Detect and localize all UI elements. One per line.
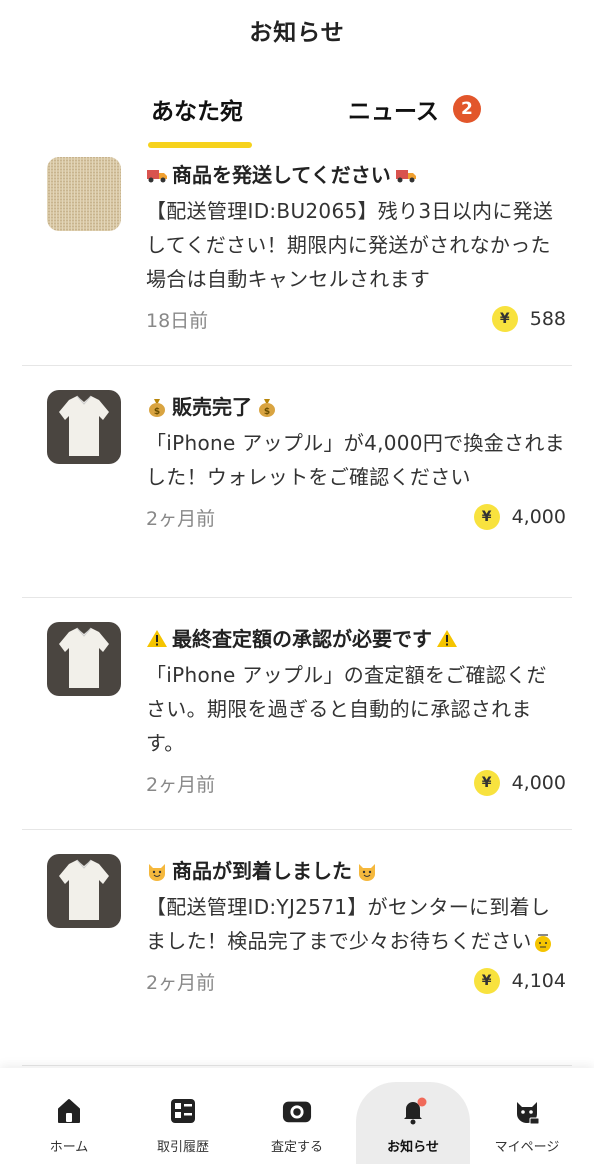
yen-coin-icon: ¥ [473, 504, 500, 530]
nav-mypage-label: マイページ [494, 1140, 560, 1155]
money-bag-icon: $ [256, 396, 278, 418]
amount-value: 4,000 [511, 506, 566, 528]
smiling-cat-icon [146, 860, 168, 882]
notification-body: 【配送管理ID:YJ2571】がセンターに到着しました！検品完了まで少々お待ちく… [146, 890, 566, 958]
warning-icon [436, 628, 458, 650]
notification-title-text: 販売完了 [172, 395, 252, 419]
notification-time: 18日前 [146, 309, 209, 332]
nav-appraise[interactable]: 査定する [238, 1068, 356, 1164]
svg-text:$: $ [154, 407, 160, 417]
home-icon [54, 1096, 84, 1126]
truck-icon [146, 164, 168, 186]
transactions-icon [168, 1096, 198, 1126]
yen-coin-icon: ¥ [491, 306, 518, 332]
news-count-badge: 2 [452, 95, 481, 123]
notification-time: 2ヶ月前 [146, 773, 216, 796]
nav-transactions-label: 取引履歴 [156, 1140, 209, 1155]
notification-time: 2ヶ月前 [146, 507, 216, 530]
notification-amount: ¥ 588 [491, 306, 566, 332]
smiling-cat-icon [356, 860, 378, 882]
notification-body: 「iPhone アップル」の査定額をご確認ください。期限を過ぎると自動的に承認さ… [146, 663, 547, 755]
notification-amount: ¥ 4,000 [473, 770, 566, 796]
amount-value: 4,104 [511, 970, 566, 992]
nav-home-label: ホーム [49, 1140, 89, 1155]
hourglass-face-icon [532, 932, 554, 954]
notification-title: $ 販売完了 $ [146, 392, 566, 422]
nav-appraise-label: 査定する [270, 1140, 323, 1155]
notification-item[interactable]: 商品が到着しました 【配送管理ID:YJ2571】がセンターに到着しました！検品… [22, 830, 572, 1066]
notification-amount: ¥ 4,000 [473, 504, 566, 530]
money-bag-icon: $ [146, 396, 168, 418]
notification-body: 「iPhone アップル」が4,000円で換金されました！ウォレットをご確認くだ… [146, 431, 565, 489]
tab-for-you[interactable]: あなた宛 [151, 92, 243, 126]
amount-value: 4,000 [511, 772, 566, 794]
tab-for-you-label: あなた宛 [151, 99, 243, 125]
notification-title-text: 商品を発送してください [172, 163, 391, 187]
bottom-navigation: ホーム 取引履歴 査定する お知らせ マイページ [0, 1068, 594, 1164]
page-header: お知らせ [0, 0, 594, 60]
amount-value: 588 [529, 308, 566, 330]
bell-icon [398, 1096, 428, 1126]
camera-icon [282, 1096, 312, 1126]
notification-title: 商品が到着しました [146, 856, 566, 886]
notification-title-text: 商品が到着しました [172, 859, 352, 883]
nav-transactions[interactable]: 取引履歴 [124, 1068, 242, 1164]
white-blouse-thumbnail [47, 622, 121, 696]
notification-title: 最終査定額の承認が必要です [146, 624, 566, 654]
warning-icon [146, 628, 168, 650]
nav-notifications-label: お知らせ [387, 1140, 439, 1155]
truck-icon [395, 164, 417, 186]
cat-profile-icon [512, 1096, 542, 1126]
nav-home[interactable]: ホーム [10, 1068, 128, 1164]
notification-title: 商品を発送してください [146, 160, 566, 190]
fabric-thumbnail [47, 157, 121, 231]
notification-body-text: 【配送管理ID:YJ2571】がセンターに到着しました！検品完了まで少々お待ちく… [146, 895, 551, 953]
notification-item[interactable]: $ 販売完了 $ 「iPhone アップル」が4,000円で換金されました！ウォ… [22, 366, 572, 598]
notification-time: 2ヶ月前 [146, 971, 216, 994]
yen-coin-icon: ¥ [473, 770, 500, 796]
notification-title-text: 最終査定額の承認が必要です [172, 627, 432, 651]
notification-amount: ¥ 4,104 [473, 968, 566, 994]
notification-item[interactable]: 最終査定額の承認が必要です 「iPhone アップル」の査定額をご確認ください。… [22, 598, 572, 830]
notification-tabs: あなた宛 ニュース 2 [0, 60, 594, 148]
tab-news[interactable]: ニュース 2 [348, 92, 481, 126]
page-title: お知らせ [249, 20, 345, 46]
notification-list: 商品を発送してください 【配送管理ID:BU2065】残り3日以内に発送してくだ… [0, 148, 594, 1066]
white-blouse-thumbnail [47, 854, 121, 928]
notification-body: 【配送管理ID:BU2065】残り3日以内に発送してください！期限内に発送がされ… [146, 199, 554, 291]
tab-news-label: ニュース [348, 99, 439, 125]
nav-notifications[interactable]: お知らせ [356, 1082, 470, 1164]
white-blouse-thumbnail [47, 390, 121, 464]
nav-mypage[interactable]: マイページ [468, 1068, 586, 1164]
notification-item[interactable]: 商品を発送してください 【配送管理ID:BU2065】残り3日以内に発送してくだ… [22, 148, 572, 366]
svg-text:$: $ [264, 407, 270, 417]
yen-coin-icon: ¥ [473, 968, 500, 994]
